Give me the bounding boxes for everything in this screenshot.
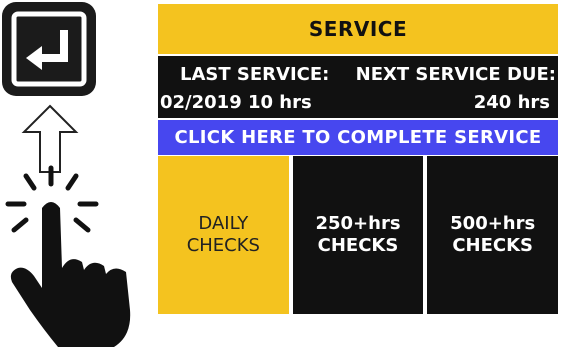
enter-key-icon: [2, 2, 96, 96]
daily-checks-button[interactable]: DAILY CHECKS: [158, 156, 289, 314]
250hrs-checks-label: 250+hrs CHECKS: [315, 213, 401, 256]
last-service-value: 02/2019 10 hrs: [160, 92, 312, 113]
daily-checks-label: DAILY CHECKS: [186, 213, 260, 256]
service-title: SERVICE: [158, 4, 558, 54]
service-info: LAST SERVICE: NEXT SERVICE DUE: 02/2019 …: [158, 56, 558, 118]
pointing-hand-icon: [5, 165, 131, 347]
complete-service-button[interactable]: CLICK HERE TO COMPLETE SERVICE: [158, 120, 558, 155]
250hrs-checks-button[interactable]: 250+hrs CHECKS: [292, 156, 424, 314]
500hrs-checks-button[interactable]: 500+hrs CHECKS: [427, 156, 559, 314]
500hrs-checks-label: 500+hrs CHECKS: [450, 213, 536, 256]
service-panel: SERVICE LAST SERVICE: NEXT SERVICE DUE: …: [158, 4, 559, 314]
last-service-label: LAST SERVICE:: [180, 64, 330, 85]
checks-grid: DAILY CHECKS 250+hrs CHECKS 500+hrs CHEC…: [158, 156, 559, 314]
next-service-value: 240 hrs: [473, 92, 550, 113]
next-service-label: NEXT SERVICE DUE:: [355, 64, 556, 85]
